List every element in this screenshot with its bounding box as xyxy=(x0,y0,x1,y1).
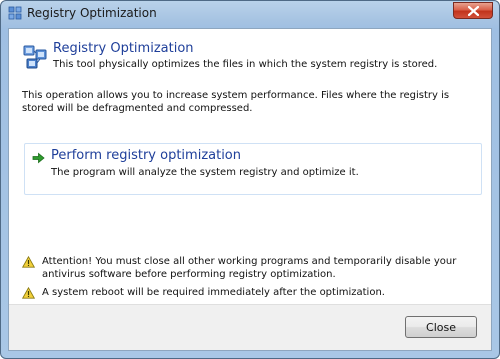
close-button[interactable]: Close xyxy=(405,316,477,338)
window-close-button[interactable] xyxy=(453,2,493,19)
perform-optimization-link[interactable]: Perform registry optimization The progra… xyxy=(24,143,482,195)
title-bar[interactable]: Registry Optimization xyxy=(1,1,499,27)
warning-triangle-icon xyxy=(22,256,35,268)
warning-text: A system reboot will be required immedia… xyxy=(42,287,385,298)
window-title: Registry Optimization xyxy=(27,6,157,20)
warning-triangle-icon xyxy=(22,287,35,299)
green-arrow-icon xyxy=(32,152,45,164)
dialog-footer: Close xyxy=(9,304,491,350)
header-title: Registry Optimization xyxy=(53,41,194,56)
warning-text: Attention! You must close all other work… xyxy=(42,256,457,280)
close-icon xyxy=(468,6,479,16)
header-subtitle: This tool physically optimizes the files… xyxy=(53,59,438,70)
action-title[interactable]: Perform registry optimization xyxy=(51,148,241,163)
registry-icon xyxy=(23,45,47,69)
action-subtitle: The program will analyze the system regi… xyxy=(51,167,359,178)
registry-icon xyxy=(8,6,22,20)
dialog-content: Registry Optimization This tool physical… xyxy=(8,28,492,351)
dialog-window: Registry Optimization Registry Optimizat… xyxy=(0,0,500,359)
description-text: This operation allows you to increase sy… xyxy=(22,90,450,114)
